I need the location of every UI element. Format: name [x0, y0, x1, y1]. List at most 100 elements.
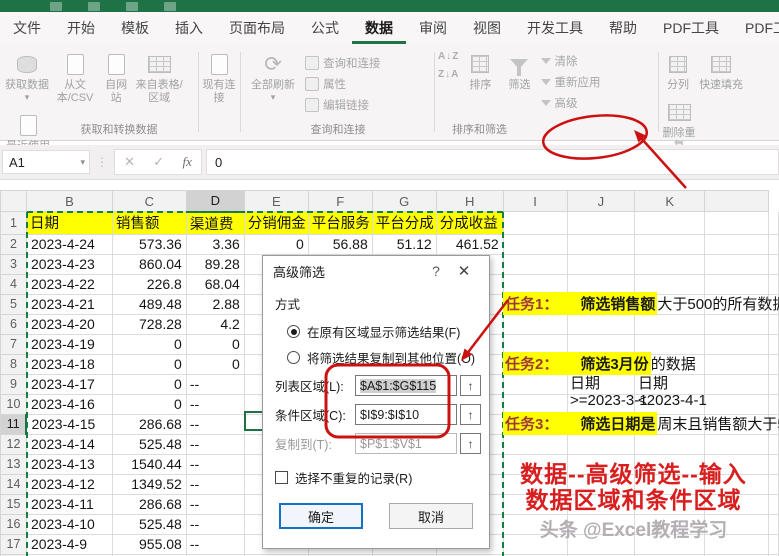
radio-on-icon[interactable]: [287, 325, 300, 338]
cell[interactable]: 0: [244, 234, 309, 255]
row-header-14[interactable]: 14: [0, 473, 27, 495]
cell[interactable]: 728.28: [112, 314, 187, 335]
row-header-9[interactable]: 9: [0, 373, 27, 395]
column-header-partial[interactable]: [704, 190, 769, 212]
tab-审阅-7[interactable]: 审阅: [406, 12, 460, 44]
header-cell[interactable]: 日期: [26, 211, 113, 235]
existing-connections-button[interactable]: 现有连接: [200, 49, 238, 105]
cell[interactable]: [704, 254, 769, 275]
cell[interactable]: --: [186, 454, 245, 475]
range-select-icon[interactable]: ↑: [460, 375, 481, 396]
row-header-7[interactable]: 7: [0, 333, 27, 355]
cell[interactable]: 1349.52: [112, 474, 187, 495]
reapply-button[interactable]: 重新应用: [540, 74, 601, 90]
row-header-17[interactable]: 17: [0, 533, 27, 555]
cell[interactable]: 2023-4-21: [26, 294, 113, 315]
sort-az-icons[interactable]: A↓Z Z↓A: [438, 52, 459, 80]
properties-button[interactable]: 属性: [305, 76, 381, 92]
tab-帮助-10[interactable]: 帮助: [596, 12, 650, 44]
cell[interactable]: --: [186, 434, 245, 455]
cell[interactable]: [567, 211, 636, 235]
cell[interactable]: [768, 354, 779, 375]
cell[interactable]: 2023-4-17: [26, 374, 113, 395]
cell[interactable]: [634, 314, 706, 335]
cell[interactable]: 489.48: [112, 294, 187, 315]
cell[interactable]: [704, 334, 769, 355]
edit-links-button[interactable]: 编辑链接: [305, 97, 381, 113]
cell[interactable]: 2023-4-22: [26, 274, 113, 295]
cell[interactable]: 955.08: [112, 534, 187, 555]
cell[interactable]: 2023-4-11: [26, 494, 113, 515]
cell[interactable]: [567, 314, 636, 335]
tab-公式-5[interactable]: 公式: [298, 12, 352, 44]
sort-button[interactable]: 排序: [462, 49, 498, 92]
cell[interactable]: [768, 394, 779, 415]
formula-bar-splitter[interactable]: ⋮: [90, 155, 114, 169]
cell[interactable]: [704, 314, 769, 335]
range-select-icon[interactable]: ↑: [460, 404, 481, 425]
confirm-entry-icon[interactable]: ✓: [153, 154, 164, 170]
ok-button[interactable]: 确定: [279, 503, 363, 529]
row-header-10[interactable]: 10: [0, 393, 27, 415]
cell[interactable]: [567, 234, 636, 255]
checkbox-icon[interactable]: [275, 471, 288, 484]
row-header-13[interactable]: 13: [0, 453, 27, 475]
flash-fill-button[interactable]: 快速填充: [697, 49, 745, 92]
cell[interactable]: 3.36: [186, 234, 245, 255]
tab-开始-1[interactable]: 开始: [54, 12, 108, 44]
get-data-button[interactable]: 获取数据 ▾: [4, 49, 50, 103]
cell[interactable]: 56.88: [308, 234, 373, 255]
cell[interactable]: [634, 234, 706, 255]
cell[interactable]: 525.48: [112, 514, 187, 535]
cell[interactable]: --: [186, 394, 245, 415]
select-all-corner[interactable]: [0, 190, 27, 212]
radio-copy-to-location[interactable]: 将筛选结果复制到其他位置(O): [263, 341, 489, 367]
cell[interactable]: [768, 374, 779, 395]
cell[interactable]: 89.28: [186, 254, 245, 275]
cell[interactable]: [634, 434, 706, 455]
cell[interactable]: --: [186, 494, 245, 515]
insert-function-icon[interactable]: fx: [182, 154, 191, 170]
tab-开发工具-9[interactable]: 开发工具: [514, 12, 596, 44]
column-header-K[interactable]: K: [634, 190, 706, 212]
cell[interactable]: 2023-4-24: [26, 234, 113, 255]
cell[interactable]: 0: [112, 394, 187, 415]
from-web-button[interactable]: 自网站: [100, 49, 132, 105]
tab-数据-6[interactable]: 数据: [352, 12, 406, 44]
cell[interactable]: [634, 211, 706, 235]
cell[interactable]: 286.68: [112, 494, 187, 515]
cell[interactable]: [768, 274, 779, 295]
row-header-2[interactable]: 2: [0, 233, 27, 255]
dialog-title-bar[interactable]: 高级筛选 ? ✕: [263, 256, 489, 286]
cell[interactable]: [704, 234, 769, 255]
cell[interactable]: [567, 334, 636, 355]
clear-filter-button[interactable]: 清除: [540, 53, 601, 69]
cell[interactable]: 2.88: [186, 294, 245, 315]
cell[interactable]: [704, 394, 769, 415]
cell[interactable]: --: [186, 414, 245, 435]
cell[interactable]: 2023-4-19: [26, 334, 113, 355]
radio-off-icon[interactable]: [287, 351, 300, 364]
cell[interactable]: 525.48: [112, 434, 187, 455]
cell[interactable]: [768, 234, 779, 255]
cell[interactable]: [567, 434, 636, 455]
cell[interactable]: 4.2: [186, 314, 245, 335]
cell[interactable]: [634, 334, 706, 355]
close-icon[interactable]: ✕: [449, 262, 479, 280]
column-header-C[interactable]: C: [111, 190, 187, 212]
cell[interactable]: 2023-4-16: [26, 394, 113, 415]
cell[interactable]: 286.68: [112, 414, 187, 435]
cell[interactable]: [768, 314, 779, 335]
header-cell[interactable]: 平台分成: [372, 211, 437, 235]
save-icon[interactable]: [50, 2, 62, 11]
tab-PDF工具-11[interactable]: PDF工具: [650, 12, 732, 44]
column-header-I[interactable]: I: [502, 190, 568, 212]
column-header-J[interactable]: J: [566, 190, 636, 212]
column-header-E[interactable]: E: [243, 190, 309, 212]
row-header-1[interactable]: 1: [0, 211, 27, 235]
row-header-5[interactable]: 5: [0, 293, 27, 315]
column-header-D[interactable]: D: [185, 190, 245, 213]
column-header-F[interactable]: F: [307, 190, 373, 212]
cell[interactable]: [503, 254, 568, 275]
list-range-input[interactable]: $A$1:$G$115: [355, 375, 457, 396]
